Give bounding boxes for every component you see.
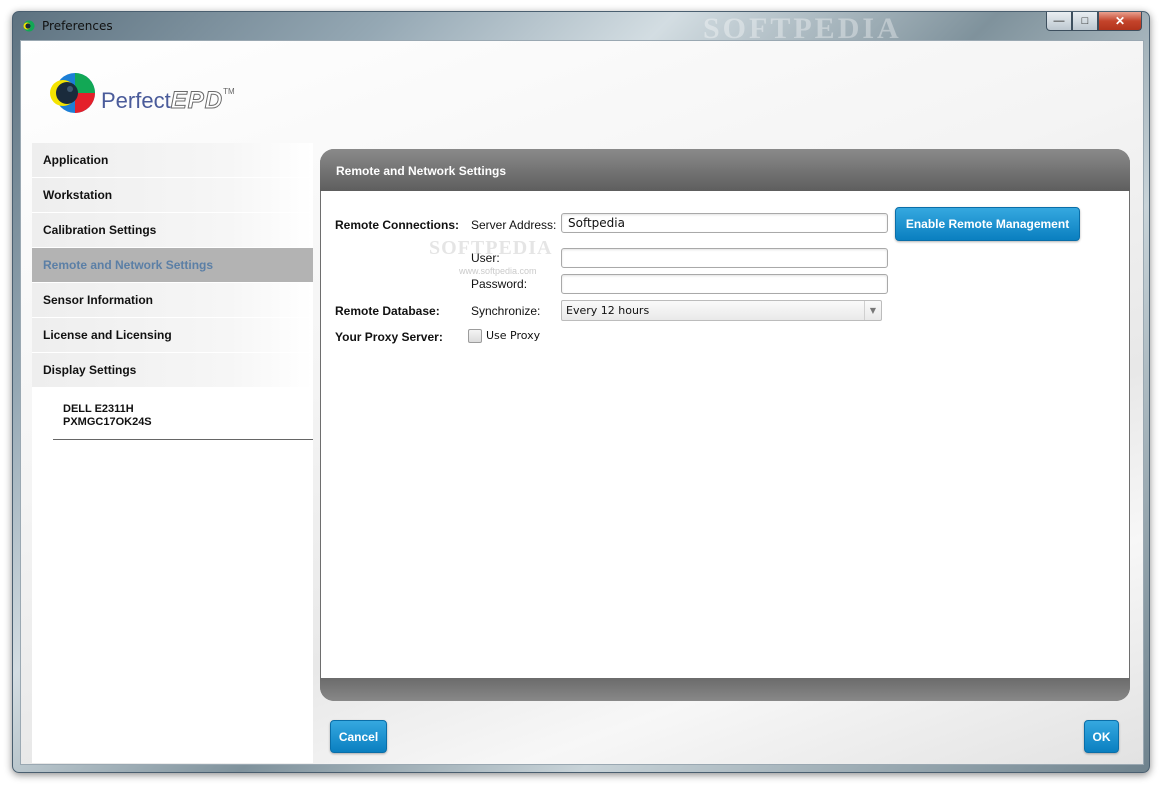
synchronize-value: Every 12 hours (566, 304, 650, 317)
sidebar-item-license-licensing[interactable]: License and Licensing (32, 318, 313, 353)
minimize-icon: — (1053, 15, 1065, 27)
cancel-label: Cancel (338, 729, 379, 744)
logo-brand: Perfect (101, 88, 171, 113)
sidebar-item-display-settings[interactable]: Display Settings (32, 353, 313, 388)
panel-footer (320, 678, 1130, 701)
minimize-button[interactable]: — (1046, 12, 1072, 31)
display-entry[interactable]: DELL E2311H PXMGC17OK24S (32, 388, 313, 429)
display-serial: PXMGC17OK24S (63, 416, 152, 428)
use-proxy-checkbox[interactable] (468, 329, 482, 343)
logo-wordmark: PerfectEPDTM (101, 87, 235, 115)
panel-body: Remote Connections: Server Address: Soft… (321, 191, 1129, 678)
maximize-button[interactable]: □ (1072, 12, 1098, 31)
ok-label: OK (1092, 729, 1111, 744)
caption-buttons: — □ ✕ (1046, 12, 1142, 32)
panel-title: Remote and Network Settings (336, 164, 507, 178)
enable-remote-management-button[interactable]: Enable Remote Management (895, 207, 1080, 241)
ok-button[interactable]: OK (1084, 720, 1119, 753)
sidebar: Application Workstation Calibration Sett… (32, 143, 313, 763)
close-icon: ✕ (1114, 14, 1126, 28)
sidebar-item-label: Workstation (43, 188, 113, 202)
server-address-input[interactable]: Softpedia (561, 213, 888, 233)
display-divider (53, 439, 313, 440)
app-icon (23, 20, 35, 32)
perfect-epd-logo-icon (50, 73, 95, 113)
preferences-window: Preferences SOFTPEDIA — □ ✕ PerfectEPDTM… (12, 11, 1150, 773)
logo-trademark: TM (223, 87, 235, 96)
sidebar-item-remote-network-settings[interactable]: Remote and Network Settings (32, 248, 313, 283)
remote-connections-label: Remote Connections: (335, 218, 460, 232)
remote-database-label: Remote Database: (335, 304, 440, 318)
server-address-label: Server Address: (471, 218, 557, 232)
panel-watermark-url: www.softpedia.com (459, 266, 537, 276)
display-model: DELL E2311H (63, 403, 134, 415)
user-input[interactable] (561, 248, 888, 268)
logo-brand-strong: EPD (170, 87, 224, 115)
close-button[interactable]: ✕ (1098, 12, 1142, 31)
chevron-down-icon[interactable]: ▼ (864, 301, 881, 320)
sidebar-item-label: Remote and Network Settings (43, 258, 214, 272)
sidebar-item-label: Display Settings (43, 363, 137, 377)
cancel-button[interactable]: Cancel (330, 720, 387, 753)
window-title: Preferences (42, 19, 113, 33)
sidebar-item-label: License and Licensing (43, 328, 172, 342)
user-label: User: (471, 251, 500, 265)
sidebar-item-label: Application (43, 153, 109, 167)
password-input[interactable] (561, 274, 888, 294)
client-area: PerfectEPDTM Application Workstation Cal… (20, 40, 1144, 765)
sidebar-item-label: Calibration Settings (43, 223, 157, 237)
title-bar[interactable]: Preferences SOFTPEDIA — □ ✕ (13, 12, 1149, 45)
sidebar-item-calibration-settings[interactable]: Calibration Settings (32, 213, 313, 248)
use-proxy-label[interactable]: Use Proxy (486, 329, 540, 342)
enable-remote-management-label: Enable Remote Management (905, 217, 1070, 231)
synchronize-label: Synchronize: (471, 304, 541, 318)
sidebar-item-application[interactable]: Application (32, 143, 313, 178)
sidebar-item-workstation[interactable]: Workstation (32, 178, 313, 213)
synchronize-select[interactable]: Every 12 hours ▼ (561, 300, 882, 321)
sidebar-item-label: Sensor Information (43, 293, 154, 307)
maximize-icon: □ (1081, 15, 1089, 27)
settings-panel: Remote and Network Settings Remote Conne… (320, 149, 1130, 701)
sidebar-item-sensor-information[interactable]: Sensor Information (32, 283, 313, 318)
panel-header: Remote and Network Settings (320, 149, 1130, 191)
proxy-server-label: Your Proxy Server: (335, 330, 443, 344)
password-label: Password: (471, 277, 528, 291)
